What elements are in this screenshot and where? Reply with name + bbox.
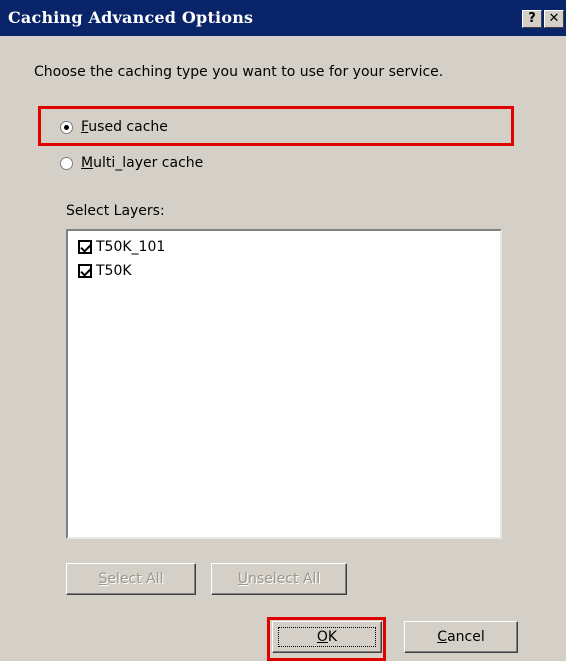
- layer-name: T50K_101: [96, 239, 166, 255]
- multi-layer-cache-label: Multi_layer cache: [81, 155, 204, 171]
- multi-layer-cache-radio[interactable]: Multi_layer cache: [60, 155, 203, 171]
- layer-name: T50K: [96, 263, 132, 279]
- close-button[interactable]: ✕: [544, 10, 564, 28]
- question-mark-icon: ?: [528, 11, 536, 26]
- radio-unselected-icon[interactable]: [60, 156, 73, 170]
- layer-item-t50k[interactable]: T50K: [78, 263, 132, 279]
- instruction-text: Choose the caching type you want to use …: [34, 64, 444, 80]
- cancel-button[interactable]: Cancel: [404, 621, 518, 653]
- fused-cache-highlight: [38, 106, 514, 146]
- title-bar: Caching Advanced Options ? ✕: [0, 0, 566, 36]
- select-all-button[interactable]: Select All: [66, 563, 196, 595]
- checkbox-checked-icon[interactable]: [78, 240, 92, 254]
- ok-button-highlight: [267, 617, 386, 661]
- window-title: Caching Advanced Options: [8, 8, 254, 27]
- close-icon: ✕: [548, 11, 560, 26]
- layer-item-t50k-101[interactable]: T50K_101: [78, 239, 165, 255]
- unselect-all-button[interactable]: Unselect All: [211, 563, 347, 595]
- layers-listbox[interactable]: T50K_101 T50K: [66, 229, 502, 539]
- checkbox-checked-icon[interactable]: [78, 264, 92, 278]
- help-button[interactable]: ?: [522, 10, 542, 28]
- select-layers-label: Select Layers:: [66, 203, 165, 219]
